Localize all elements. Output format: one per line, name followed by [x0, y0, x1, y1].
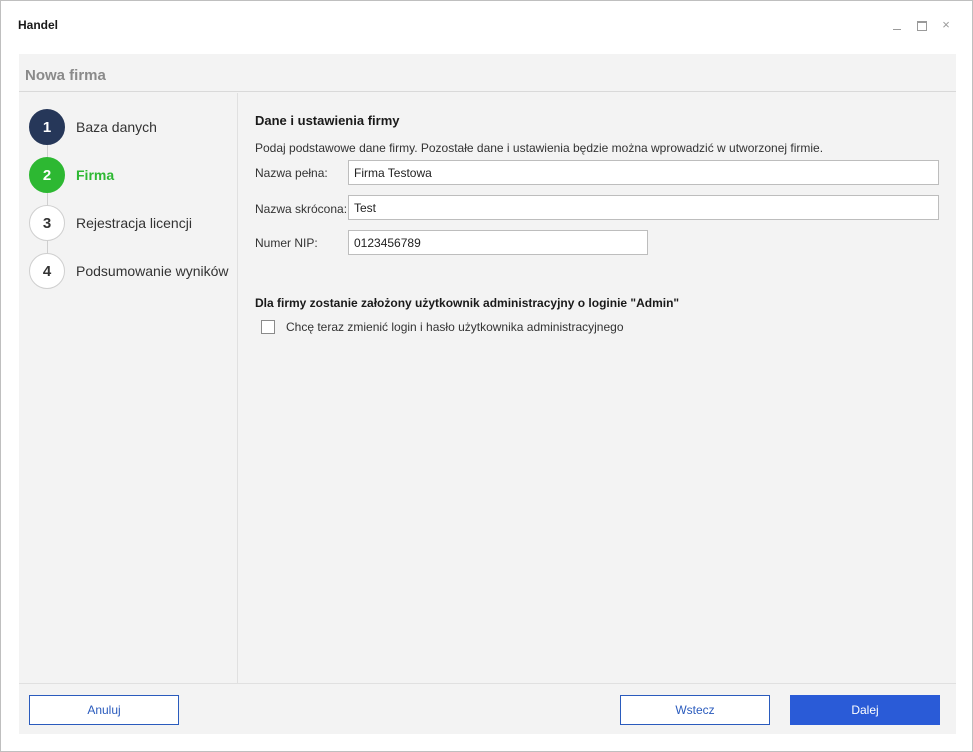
step-license[interactable]: 3 Rejestracja licencji [29, 205, 234, 241]
step-company[interactable]: 2 Firma [29, 157, 234, 193]
step-number: 3 [29, 205, 65, 241]
step-label: Rejestracja licencji [76, 215, 192, 231]
steps-connector [47, 129, 48, 273]
step-label: Podsumowanie wyników [76, 263, 229, 279]
step-number: 4 [29, 253, 65, 289]
short-name-label: Nazwa skrócona: [255, 202, 348, 216]
step-summary[interactable]: 4 Podsumowanie wyników [29, 253, 234, 289]
short-name-input[interactable] [348, 195, 939, 220]
minimize-icon[interactable] [892, 19, 904, 31]
step-database[interactable]: 1 Baza danych [29, 109, 234, 145]
step-label: Firma [76, 167, 115, 183]
change-login-checkbox[interactable] [261, 320, 275, 334]
dialog-footer: Anuluj Wstecz Dalej [19, 683, 956, 734]
step-number: 2 [29, 157, 65, 193]
new-company-dialog: Nowa firma 1 Baza danych 2 Firma 3 Rejes… [19, 54, 956, 734]
dialog-title: Nowa firma [25, 67, 106, 84]
nip-input[interactable] [348, 230, 648, 255]
change-login-label: Chcę teraz zmienić login i hasło użytkow… [286, 320, 624, 334]
form-content: Dane i ustawienia firmy Podaj podstawowe… [239, 93, 956, 683]
wizard-steps: 1 Baza danych 2 Firma 3 Rejestracja lice… [19, 93, 238, 683]
section-title: Dane i ustawienia firmy [255, 113, 400, 128]
next-button[interactable]: Dalej [790, 695, 940, 725]
maximize-icon[interactable] [916, 19, 928, 31]
close-icon[interactable]: × [940, 18, 952, 31]
change-login-option[interactable]: Chcę teraz zmienić login i hasło użytkow… [261, 320, 624, 334]
window-controls: × [892, 18, 952, 31]
step-label: Baza danych [76, 119, 157, 135]
admin-note: Dla firmy zostanie założony użytkownik a… [255, 296, 680, 310]
full-name-label: Nazwa pełna: [255, 166, 328, 180]
title-bar: Handel × [1, 1, 972, 51]
nip-label: Numer NIP: [255, 236, 318, 250]
back-button[interactable]: Wstecz [620, 695, 770, 725]
section-description: Podaj podstawowe dane firmy. Pozostałe d… [255, 141, 824, 155]
app-window: Handel × Nowa firma 1 Baza danych 2 Firm… [0, 0, 973, 752]
step-number: 1 [29, 109, 65, 145]
dialog-header: Nowa firma [19, 54, 956, 92]
cancel-button[interactable]: Anuluj [29, 695, 179, 725]
full-name-input[interactable] [348, 160, 939, 185]
app-title: Handel [18, 18, 59, 32]
